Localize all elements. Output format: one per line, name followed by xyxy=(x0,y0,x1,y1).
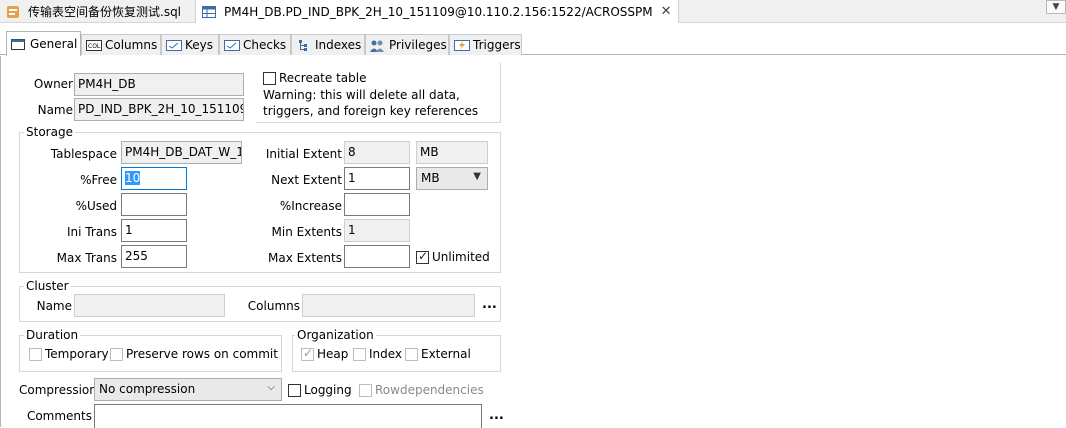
warning-text-line1: Warning: this will delete all data, xyxy=(263,88,460,102)
warning-text-line2: triggers, and foreign key references xyxy=(263,104,479,118)
pctfree-field[interactable]: 10 xyxy=(121,167,187,190)
tab-keys[interactable]: Keys xyxy=(161,34,219,55)
preserve-rows-label: Preserve rows on commit xyxy=(126,347,278,361)
close-icon[interactable]: ✕ xyxy=(661,4,672,19)
tab-indexes[interactable]: Indexes xyxy=(291,34,365,55)
users-icon xyxy=(370,40,384,52)
svg-text:COL: COL xyxy=(88,43,101,50)
max-extents-label: Max Extents xyxy=(268,251,342,265)
tab-privileges[interactable]: Privileges xyxy=(365,34,449,55)
tab-label: Keys xyxy=(185,38,214,52)
tablespace-field[interactable]: PM4H_DB_DAT_W_15 xyxy=(121,141,242,164)
next-extent-field[interactable]: 1 xyxy=(344,167,410,190)
name-label: Name xyxy=(37,103,73,117)
comments-label: Comments xyxy=(26,409,92,423)
index-checkbox[interactable] xyxy=(353,348,366,361)
owner-field[interactable]: PM4H_DB xyxy=(74,73,244,96)
cluster-columns-field[interactable] xyxy=(302,294,475,317)
compression-select[interactable]: No compression ⌵ xyxy=(94,378,282,401)
tab-label: General xyxy=(30,37,78,51)
chevron-down-icon: ⌵ xyxy=(267,382,275,393)
pctincrease-label: %Increase xyxy=(279,199,342,213)
columns-icon: COL xyxy=(86,39,102,51)
preserve-rows-checkbox[interactable] xyxy=(110,348,123,361)
tab-label: Indexes xyxy=(315,38,362,52)
external-checkbox[interactable] xyxy=(405,348,418,361)
initrans-label: Ini Trans xyxy=(66,225,117,239)
tab-general[interactable]: General xyxy=(6,31,81,56)
temporary-label: Temporary xyxy=(45,347,109,361)
chevron-down-icon: ▼ xyxy=(473,171,481,182)
cluster-title: Cluster xyxy=(24,279,71,293)
initial-extent-field[interactable]: 8 xyxy=(344,141,410,164)
maxtrans-label: Max Trans xyxy=(56,251,117,265)
recreate-table-label: Recreate table xyxy=(279,71,367,85)
external-label: External xyxy=(421,347,471,361)
initrans-field[interactable]: 1 xyxy=(121,219,187,242)
trigger-icon xyxy=(454,39,470,51)
heap-checkbox[interactable] xyxy=(301,346,314,361)
initial-extent-unit[interactable]: MB xyxy=(416,141,488,164)
min-extents-field[interactable]: 1 xyxy=(344,219,410,242)
logging-checkbox[interactable] xyxy=(288,384,301,397)
sql-file-icon xyxy=(6,5,20,19)
compression-value: No compression xyxy=(99,382,196,396)
organization-title: Organization xyxy=(295,328,376,342)
doc-tab-sql[interactable]: 传输表空间备份恢复测试.sql xyxy=(0,0,187,23)
rowdependencies-checkbox[interactable] xyxy=(359,384,372,397)
general-panel: Owner PM4H_DB Name PD_IND_BPK_2H_10_1511… xyxy=(0,56,1066,428)
rowdependencies-label: Rowdependencies xyxy=(375,383,484,397)
logging-label: Logging xyxy=(304,383,352,397)
pctused-field[interactable] xyxy=(121,193,187,216)
min-extents-label: Min Extents xyxy=(271,225,342,239)
pctused-label: %Used xyxy=(75,199,117,213)
next-extent-label: Next Extent xyxy=(271,173,342,187)
unlimited-checkbox[interactable] xyxy=(416,249,429,264)
check-icon xyxy=(224,39,240,51)
doc-tab-label: 传输表空间备份恢复测试.sql xyxy=(28,5,182,19)
initial-extent-label: Initial Extent xyxy=(265,147,342,161)
key-icon xyxy=(166,39,182,51)
temporary-checkbox[interactable] xyxy=(29,348,42,361)
tab-triggers[interactable]: Triggers xyxy=(449,34,522,55)
next-extent-unit-select[interactable]: MB ▼ xyxy=(416,167,488,190)
document-tab-bar: 传输表空间备份恢复测试.sql PM4H_DB.PD_IND_BPK_2H_10… xyxy=(0,0,1066,23)
max-extents-field[interactable] xyxy=(344,245,410,268)
heap-label: Heap xyxy=(317,347,349,361)
tab-label: Checks xyxy=(243,38,287,52)
next-extent-unit-value: MB xyxy=(421,171,440,185)
tab-label: Triggers xyxy=(473,38,521,52)
unlimited-label: Unlimited xyxy=(432,250,490,264)
index-icon xyxy=(296,39,310,51)
pctfree-label: %Free xyxy=(80,173,117,187)
pctincrease-field[interactable] xyxy=(344,193,410,216)
tablespace-label: Tablespace xyxy=(50,147,117,161)
maxtrans-field[interactable]: 255 xyxy=(121,245,187,268)
doc-tab-label: PM4H_DB.PD_IND_BPK_2H_10_151109@10.110.2… xyxy=(224,4,653,19)
storage-title: Storage xyxy=(24,125,75,139)
window-icon xyxy=(11,38,25,50)
tab-label: Privileges xyxy=(389,38,447,52)
owner-label: Owner xyxy=(33,77,73,91)
duration-title: Duration xyxy=(24,328,81,342)
cluster-name-label: Name xyxy=(36,299,72,313)
recreate-table-checkbox[interactable] xyxy=(263,72,276,85)
cluster-name-field[interactable] xyxy=(74,294,225,317)
table-name-field[interactable]: PD_IND_BPK_2H_10_151109 xyxy=(74,98,244,121)
comments-field[interactable] xyxy=(94,404,482,428)
doc-tab-table[interactable]: PM4H_DB.PD_IND_BPK_2H_10_151109@10.110.2… xyxy=(195,0,679,23)
tab-checks[interactable]: Checks xyxy=(219,34,291,55)
index-label: Index xyxy=(369,347,403,361)
tab-label: Columns xyxy=(105,38,158,52)
chevron-down-icon[interactable]: ▼ xyxy=(1046,0,1066,14)
editor-tab-strip: General COL Columns Keys Checks Indexes … xyxy=(0,31,1066,56)
comments-more-button[interactable]: ... xyxy=(489,408,504,423)
compression-label: Compression xyxy=(19,383,97,397)
pctfree-value: 10 xyxy=(125,171,141,185)
tab-columns[interactable]: COL Columns xyxy=(81,34,161,55)
table-icon xyxy=(202,5,216,18)
cluster-columns-label: Columns xyxy=(247,299,300,313)
cluster-columns-more-button[interactable]: ... xyxy=(482,297,497,312)
